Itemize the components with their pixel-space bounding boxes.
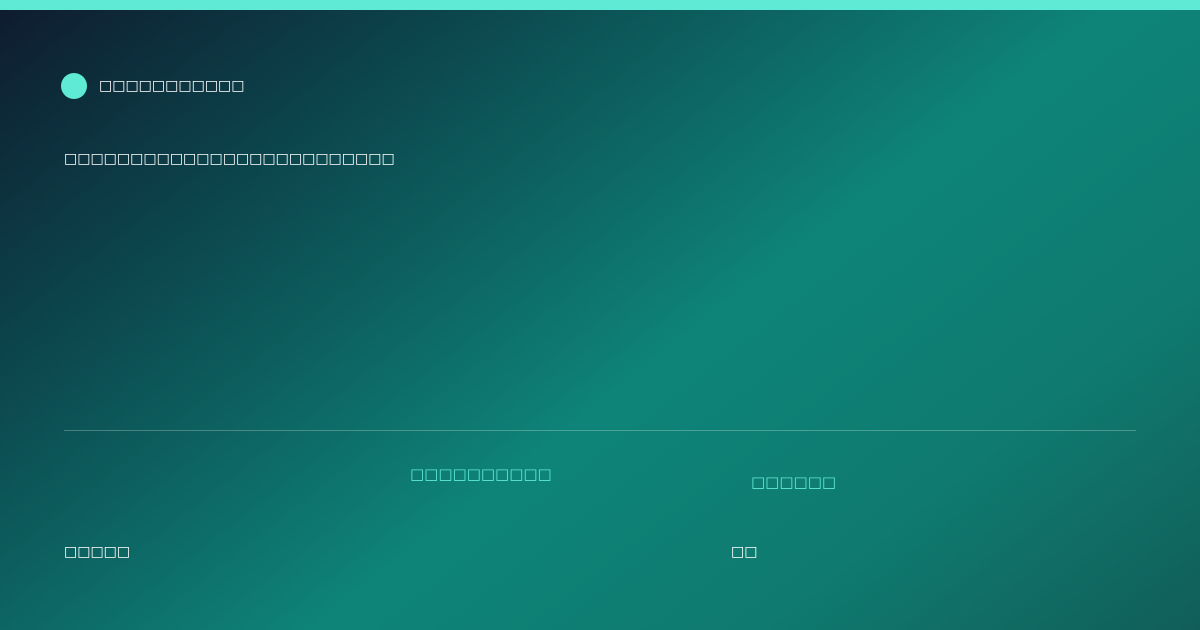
circle-dot-icon xyxy=(61,73,87,99)
footer-left-label: □□□□□□□□□□ xyxy=(410,465,552,483)
footer-right-value: □□ xyxy=(731,544,758,560)
footer-left-value: □□□□□ xyxy=(64,544,131,560)
footer-right-label: □□□□□□ xyxy=(751,473,837,491)
brand: □□□□□□□□□□□ xyxy=(61,73,245,99)
headline: □□□□□□□□□□□□□□□□□□□□□□□□□ xyxy=(64,151,395,167)
brand-name: □□□□□□□□□□□ xyxy=(99,78,245,94)
top-accent-bar xyxy=(0,0,1200,10)
divider xyxy=(64,430,1136,431)
